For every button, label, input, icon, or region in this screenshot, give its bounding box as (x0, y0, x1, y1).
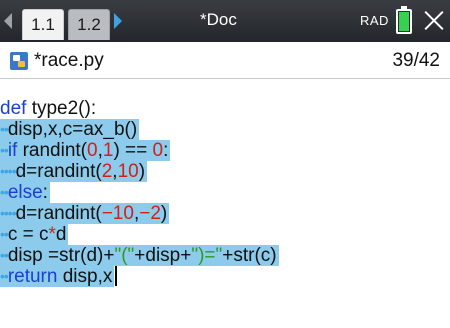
indent-dots: •• (0, 247, 9, 263)
next-page-arrow-icon[interactable] (114, 13, 122, 29)
code-text: : (163, 140, 169, 161)
python-file-icon (10, 52, 28, 70)
indent-dots: •• (0, 121, 9, 137)
document-title: *Doc (200, 10, 237, 29)
tab-1-1[interactable]: 1.1 (22, 9, 64, 40)
code-text: +disp+ (134, 245, 192, 266)
code-line[interactable]: ••disp,x,c=ax_b() (0, 119, 450, 140)
string-literal: "(" (114, 245, 135, 266)
code-line[interactable]: ••else: (0, 182, 450, 203)
number: 0 (152, 140, 164, 161)
code-text: c = c (7, 224, 49, 245)
battery-icon (396, 6, 412, 34)
close-icon[interactable] (422, 6, 446, 34)
code-text: type2(): (26, 98, 97, 119)
indent-dots: •• (0, 226, 9, 242)
keyword: else (7, 182, 43, 203)
indent-dots: •• (0, 184, 9, 200)
code-text: d=randint( (15, 161, 102, 182)
code-text: ) == (113, 140, 153, 161)
code-text: disp,x,c=ax_b() (7, 119, 138, 140)
code-editor[interactable]: def type2(): ••disp,x,c=ax_b() ••if rand… (0, 98, 450, 287)
code-text: ) (138, 161, 146, 182)
code-line[interactable]: ••••d=randint(2,10) (0, 161, 450, 182)
number: 10 (117, 161, 139, 182)
number: 0 (87, 140, 98, 161)
code-text: +str(c) (222, 245, 277, 266)
operator: * (48, 224, 56, 245)
file-name: *race.py (34, 50, 104, 71)
code-line[interactable]: ••return disp,x (0, 266, 450, 287)
tab-1-2[interactable]: 1.2 (68, 9, 110, 40)
code-line[interactable]: def type2(): (0, 98, 450, 119)
number: 2 (101, 161, 113, 182)
previous-page-arrow-icon[interactable] (4, 13, 12, 29)
editor-header: *race.py 39/42 (0, 42, 450, 79)
code-line[interactable]: ••••d=randint(−10,−2) (0, 203, 450, 224)
code-line[interactable]: ••disp =str(d)+"("+disp+")="+str(c) (0, 245, 450, 266)
text-cursor (115, 266, 118, 286)
string-literal: ")=" (191, 245, 223, 266)
indent-dots: •• (0, 142, 9, 158)
code-text: disp,x (57, 266, 113, 287)
code-line[interactable]: ••if randint(0,1) == 0: (0, 140, 450, 161)
code-text: ) (160, 203, 168, 224)
code-text: randint( (17, 140, 88, 161)
indent-dots: •••• (0, 205, 17, 221)
keyword: def (0, 98, 27, 119)
code-text: : (42, 182, 48, 203)
number: 1 (102, 140, 114, 161)
code-text: d=randint( (15, 203, 102, 224)
keyword: if (7, 140, 18, 161)
line-position: 39/42 (392, 50, 440, 71)
indent-dots: •• (0, 268, 9, 284)
number: −10 (101, 203, 134, 224)
indent-dots: •••• (0, 163, 17, 179)
angle-mode-indicator: RAD (360, 13, 389, 28)
title-bar: 1.1 1.2 *Doc RAD (0, 0, 450, 42)
code-text: d (55, 224, 67, 245)
code-text: disp =str(d)+ (7, 245, 115, 266)
keyword: return (7, 266, 58, 287)
code-line[interactable]: ••c = c*d (0, 224, 450, 245)
number: −2 (139, 203, 161, 224)
